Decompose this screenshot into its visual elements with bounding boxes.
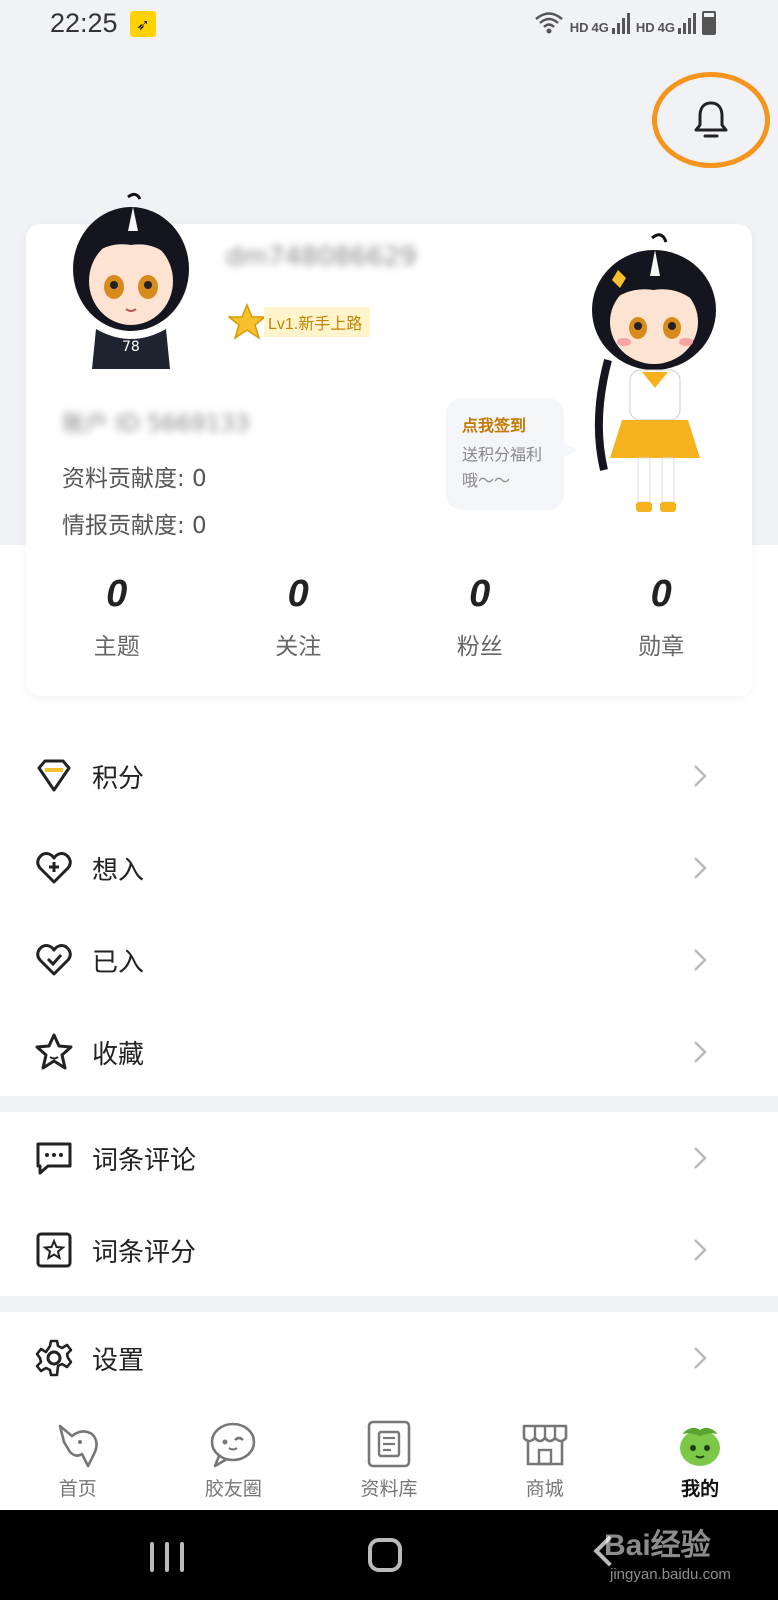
battery-icon (702, 11, 716, 35)
account-id: 账户 ID 5669133 (62, 411, 250, 437)
avatar[interactable]: 78 (66, 189, 196, 369)
level-badge[interactable]: Lv1.新手上路 (228, 303, 371, 340)
stat-label: 粉丝 (456, 634, 503, 660)
signal-1: HD 4G (570, 12, 630, 34)
signal-bars-icon (678, 12, 696, 34)
wifi-icon (534, 12, 563, 34)
menu-label: 词条评分 (92, 1237, 197, 1268)
bell-icon (694, 101, 728, 138)
stat-value: 0 (650, 573, 672, 615)
stat-followers[interactable]: 0 粉丝 (389, 569, 571, 661)
level-text: Lv1.新手上路 (264, 307, 371, 337)
username[interactable]: dm748086629 (226, 242, 417, 282)
chevron-right-icon (694, 1041, 707, 1063)
signal-bars-icon (611, 12, 630, 34)
menu-group-entries: 词条评论 词条评分 (0, 1112, 778, 1296)
signin-title: 点我签到 (462, 416, 527, 435)
section-divider (0, 1296, 778, 1312)
menu-label: 想入 (92, 855, 145, 886)
network-label: 4G (591, 20, 609, 35)
library-icon (367, 1420, 411, 1468)
menu-label: 词条评论 (92, 1145, 197, 1176)
stat-value: 0 (106, 573, 128, 615)
watermark: Bai经验 jingyan.baidu.com (600, 1516, 770, 1596)
unicorn-icon (58, 1424, 98, 1468)
signin-desc: 送积分福利哦～～ (462, 445, 543, 490)
menu-group-assets: 积分 想入 已入 收藏 (0, 730, 778, 1098)
recents-icon[interactable] (150, 1542, 184, 1572)
heart-plus-icon (36, 852, 72, 884)
menu-item-want[interactable]: 想入 (0, 822, 778, 914)
menu-item-points[interactable]: 积分 (0, 730, 778, 822)
nav-label: 我的 (681, 1478, 720, 1500)
stat-value: 0 (469, 573, 491, 615)
stat-label: 勋章 (638, 634, 685, 660)
menu-item-entry-comments[interactable]: 词条评论 (0, 1112, 778, 1204)
chevron-right-icon (694, 1239, 707, 1261)
star-icon (35, 1033, 73, 1070)
stat-medals[interactable]: 0 勋章 (571, 569, 753, 661)
chevron-right-icon (694, 1347, 707, 1369)
signal-2: HD 4G (636, 12, 696, 34)
hd-label: HD (569, 20, 589, 35)
menu-item-entry-ratings[interactable]: 词条评分 (0, 1204, 778, 1296)
stat-label: 关注 (275, 634, 322, 660)
gear-icon (35, 1339, 73, 1377)
shop-icon (522, 1424, 567, 1466)
nav-label: 胶友圈 (204, 1478, 262, 1500)
menu-label: 积分 (92, 763, 145, 794)
menu-label: 设置 (92, 1345, 145, 1376)
menu-item-owned[interactable]: 已入 (0, 914, 778, 1006)
watermark-brand: Bai经验 (604, 1529, 711, 1562)
intel-contribution: 情报贡献度: 0 (62, 513, 207, 539)
menu-item-favorites[interactable]: 收藏 (0, 1006, 778, 1098)
nav-library[interactable]: 资料库 (311, 1408, 467, 1510)
status-bar: 22:25 ➶ HD 4G HD 4G (0, 0, 778, 48)
bottom-navigation: 首页 胶友圈 资料库 商城 我的 (0, 1408, 778, 1510)
home-icon[interactable] (368, 1538, 402, 1572)
chevron-right-icon (694, 949, 707, 971)
menu-group-settings: 设置 (0, 1312, 778, 1404)
network-label: 4G (657, 20, 675, 35)
nav-label: 首页 (58, 1478, 97, 1500)
stat-topics[interactable]: 0 主题 (26, 569, 208, 661)
chevron-right-icon (694, 1147, 707, 1169)
status-indicators: HD 4G HD 4G (534, 10, 716, 36)
data-contribution: 资料贡献度: 0 (62, 466, 207, 492)
menu-label: 已入 (92, 947, 145, 978)
stats-row: 0 主题 0 关注 0 粉丝 0 勋章 (26, 569, 752, 661)
green-mascot-icon (680, 1427, 721, 1466)
signin-bubble[interactable]: 点我签到 送积分福利哦～～ (446, 398, 578, 510)
chat-bubble-icon (211, 1422, 256, 1468)
heart-check-icon (36, 944, 72, 976)
nav-community[interactable]: 胶友圈 (156, 1408, 312, 1510)
stat-following[interactable]: 0 关注 (208, 569, 390, 661)
nav-home[interactable]: 首页 (0, 1408, 156, 1510)
system-navigation-bar: Bai经验 jingyan.baidu.com (0, 1510, 778, 1600)
chevron-right-icon (694, 765, 707, 787)
nav-profile[interactable]: 我的 (622, 1408, 778, 1510)
svg-text:78: 78 (122, 339, 140, 355)
profile-card: 78 dm748086629 Lv1.新手上路 账户 ID 5669133 资料… (26, 192, 752, 696)
watermark-url: jingyan.baidu.com (610, 1566, 731, 1583)
status-time: 22:25 (50, 8, 118, 38)
stat-label: 主题 (93, 634, 140, 660)
stat-value: 0 (287, 573, 309, 615)
comment-icon (36, 1142, 72, 1175)
hd-label: HD (635, 20, 655, 35)
notification-button[interactable] (652, 72, 770, 168)
nav-label: 资料库 (360, 1478, 418, 1500)
chevron-right-icon (694, 857, 707, 879)
nav-label: 商城 (525, 1478, 564, 1500)
menu-item-settings[interactable]: 设置 (0, 1312, 778, 1404)
mascot-illustration[interactable] (582, 230, 732, 530)
nav-shop[interactable]: 商城 (467, 1408, 623, 1510)
menu-label: 收藏 (92, 1039, 145, 1070)
section-divider (0, 1096, 778, 1112)
rating-icon (36, 1232, 72, 1268)
level-star-icon (228, 303, 266, 340)
app-notification-icon: ➶ (130, 11, 156, 37)
diamond-icon (37, 759, 71, 792)
